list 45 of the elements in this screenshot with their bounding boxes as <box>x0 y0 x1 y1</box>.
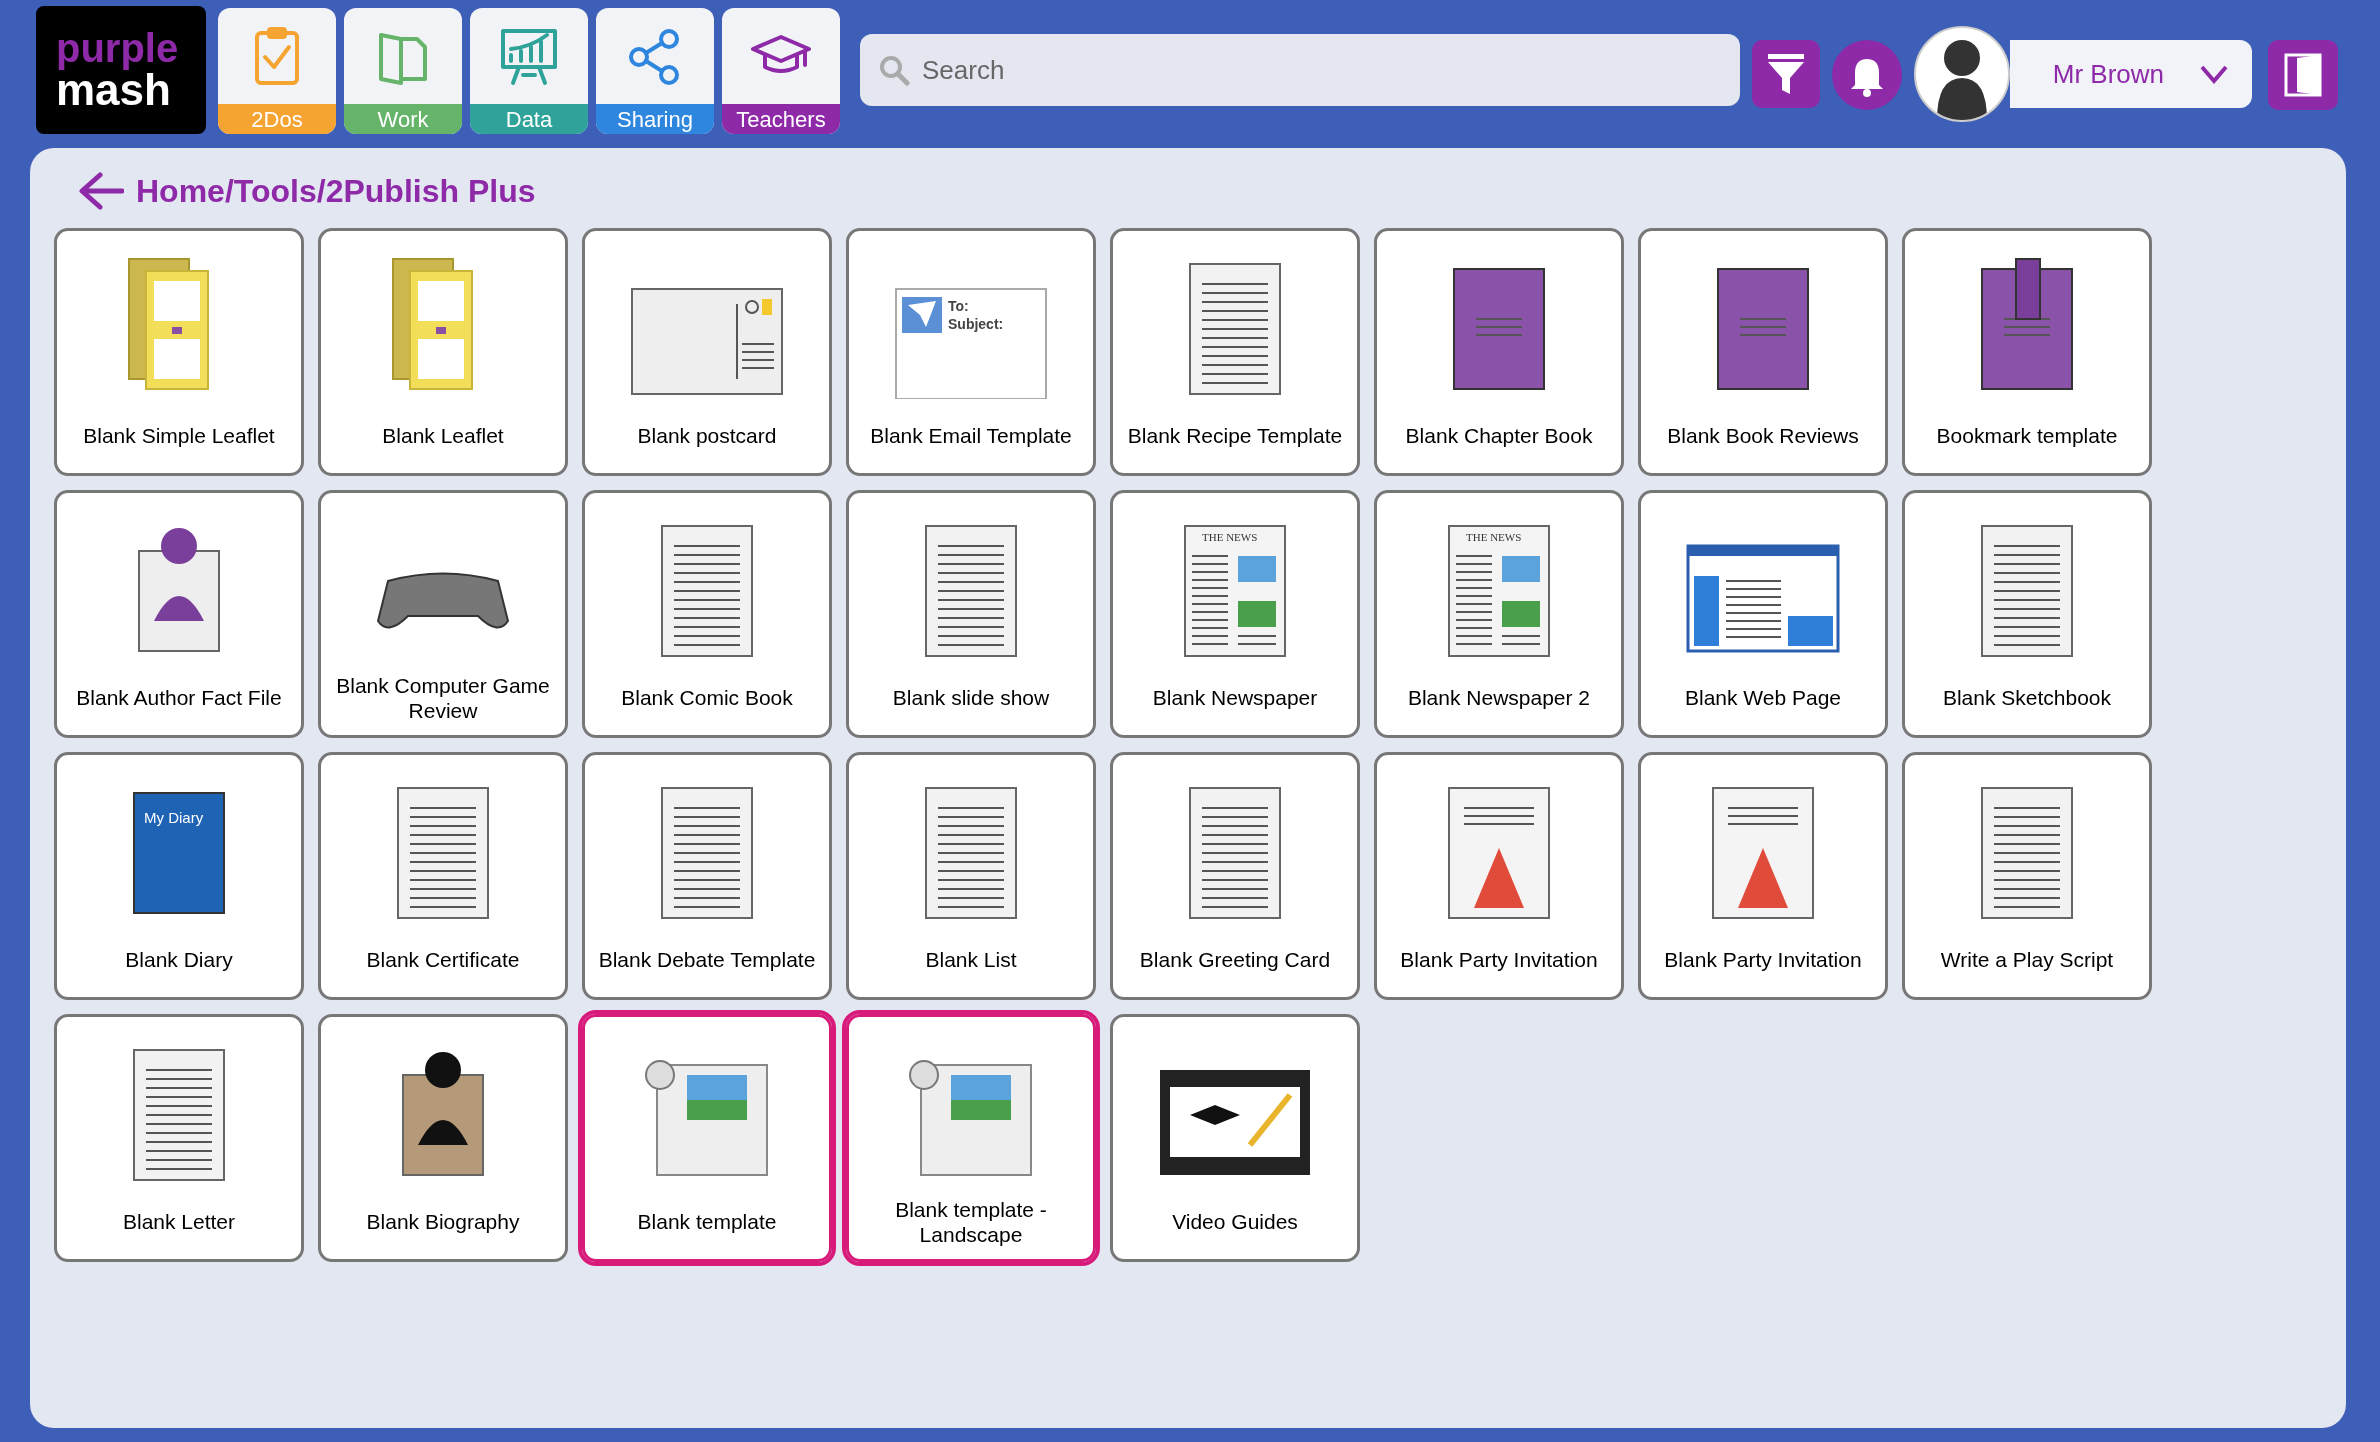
template-tile[interactable]: Blank Debate Template <box>582 752 832 1000</box>
template-tile[interactable]: Blank Leaflet <box>318 228 568 476</box>
template-tile[interactable]: Video Guides <box>1110 1014 1360 1262</box>
template-tile[interactable]: Blank Certificate <box>318 752 568 1000</box>
template-tile[interactable]: Blank List <box>846 752 1096 1000</box>
template-tile[interactable]: Blank Party Invitation <box>1374 752 1624 1000</box>
filter-icon <box>1766 52 1806 96</box>
door-icon <box>2283 52 2323 98</box>
template-tile[interactable]: THE NEWS Blank Newspaper <box>1110 490 1360 738</box>
template-tile[interactable]: Blank Party Invitation <box>1638 752 1888 1000</box>
news-drawing: THE NEWS <box>1448 525 1550 657</box>
template-tile[interactable]: Blank Computer Game Review <box>318 490 568 738</box>
template-tile[interactable]: To: Subject: Blank Email Template <box>846 228 1096 476</box>
template-tile[interactable]: Blank slide show <box>846 490 1096 738</box>
template-tile[interactable]: THE NEWS Blank Newspaper 2 <box>1374 490 1624 738</box>
template-tile[interactable]: Bookmark template <box>1902 228 2152 476</box>
logo[interactable]: purple mash <box>36 6 206 134</box>
template-tile[interactable]: Blank Letter <box>54 1014 304 1262</box>
breadcrumb[interactable]: Home/Tools/2Publish Plus <box>136 167 536 215</box>
email-drawing: To: Subject: <box>895 288 1047 399</box>
template-tile[interactable]: Blank postcard <box>582 228 832 476</box>
template-tile[interactable]: My Diary Blank Diary <box>54 752 304 1000</box>
template-tile[interactable]: Blank Book Reviews <box>1638 228 1888 476</box>
diary-drawing: My Diary <box>133 792 225 914</box>
back-arrow-icon[interactable] <box>78 171 124 211</box>
logout-button[interactable] <box>2268 40 2338 110</box>
template-tile[interactable]: Blank Recipe Template <box>1110 228 1360 476</box>
template-tile[interactable]: Write a Play Script <box>1902 752 2152 1000</box>
logo-text: purple <box>56 28 180 68</box>
search-icon <box>878 54 910 86</box>
filter-button[interactable] <box>1752 40 1820 108</box>
template-tile[interactable]: Blank Sketchbook <box>1902 490 2152 738</box>
template-tile[interactable]: Blank Comic Book <box>582 490 832 738</box>
search-field[interactable]: Search <box>860 34 1740 106</box>
template-tile[interactable]: Blank Web Page <box>1638 490 1888 738</box>
user-menu[interactable]: Mr Brown <box>2010 40 2252 108</box>
template-tile[interactable]: Blank Chapter Book <box>1374 228 1624 476</box>
template-tile[interactable]: Blank Greeting Card <box>1110 752 1360 1000</box>
nav-tab[interactable]: Teachers <box>722 8 840 134</box>
nav-tab[interactable]: Sharing <box>596 8 714 134</box>
template-tile[interactable]: Blank Author Fact File <box>54 490 304 738</box>
chevron-down-icon <box>2200 64 2228 84</box>
template-tile[interactable]: Blank Biography <box>318 1014 568 1262</box>
template-tile[interactable]: Blank Simple Leaflet <box>54 228 304 476</box>
news-drawing: THE NEWS <box>1184 525 1286 657</box>
